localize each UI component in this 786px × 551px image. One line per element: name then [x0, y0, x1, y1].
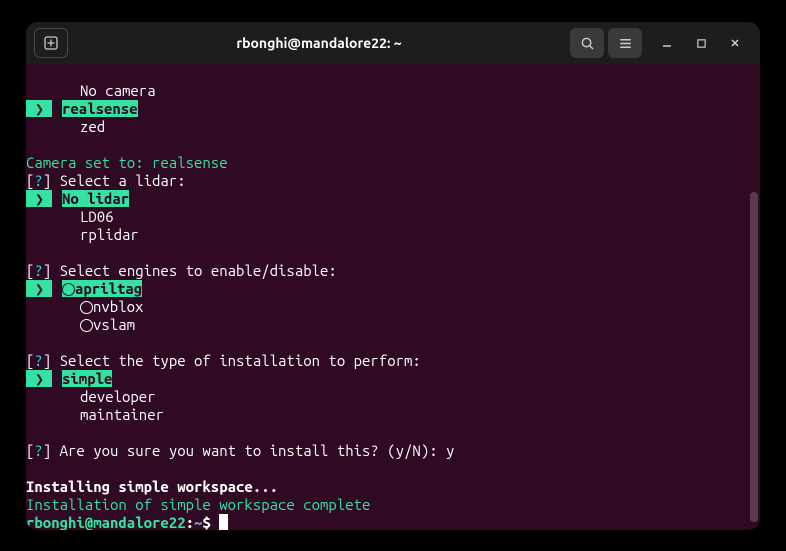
- new-tab-button[interactable]: [34, 28, 68, 58]
- camera-option-selected: realsense: [62, 100, 138, 117]
- cursor: [219, 514, 228, 530]
- camera-option: zed: [26, 118, 760, 136]
- engines-prompt: Select engines to enable/disable:: [60, 262, 337, 279]
- terminal-content[interactable]: No camera ❯ realsense zed Camera set to:…: [26, 64, 760, 530]
- terminal-window: rbonghi@mandalore22: ~ No camera ❯ reals…: [26, 22, 760, 530]
- minimize-button[interactable]: [656, 32, 678, 54]
- search-icon: [580, 36, 595, 51]
- lidar-prompt: Select a lidar:: [60, 172, 186, 189]
- hamburger-icon: [618, 36, 633, 51]
- complete-msg: Installation of simple workspace complet…: [26, 496, 760, 514]
- plus-icon: [43, 35, 59, 51]
- confirm-prompt: Are you sure you want to install this? (…: [60, 442, 455, 459]
- engine-option: nvblox: [93, 298, 143, 315]
- search-button[interactable]: [570, 28, 604, 58]
- maximize-button[interactable]: [690, 32, 712, 54]
- close-button[interactable]: [724, 32, 746, 54]
- install-type-option: maintainer: [26, 406, 760, 424]
- window-controls: [656, 32, 746, 54]
- install-type-option: developer: [26, 388, 760, 406]
- maximize-icon: [696, 38, 707, 49]
- engine-option-selected: apriltag: [75, 280, 142, 297]
- lidar-option: LD06: [26, 208, 760, 226]
- install-type-selected: simple: [62, 370, 112, 387]
- shell-prompt: rbonghi@mandalore22:~$: [26, 514, 760, 530]
- menu-button[interactable]: [608, 28, 642, 58]
- install-type-prompt: Select the type of installation to perfo…: [60, 352, 421, 369]
- installing-msg: Installing simple workspace...: [26, 478, 760, 496]
- lidar-option: rplidar: [26, 226, 760, 244]
- camera-set-msg: Camera set to: realsense: [26, 154, 760, 172]
- checkbox-icon: [80, 319, 93, 332]
- minimize-icon: [661, 37, 673, 49]
- titlebar: rbonghi@mandalore22: ~: [26, 22, 760, 64]
- lidar-option-selected: No lidar: [62, 190, 129, 207]
- checkbox-icon: [80, 301, 93, 314]
- scrollbar[interactable]: [750, 192, 758, 522]
- checkbox-icon: [62, 283, 75, 296]
- close-icon: [729, 37, 741, 49]
- engine-option: vslam: [93, 316, 135, 333]
- window-title: rbonghi@mandalore22: ~: [72, 34, 566, 52]
- camera-option: No camera: [26, 82, 760, 100]
